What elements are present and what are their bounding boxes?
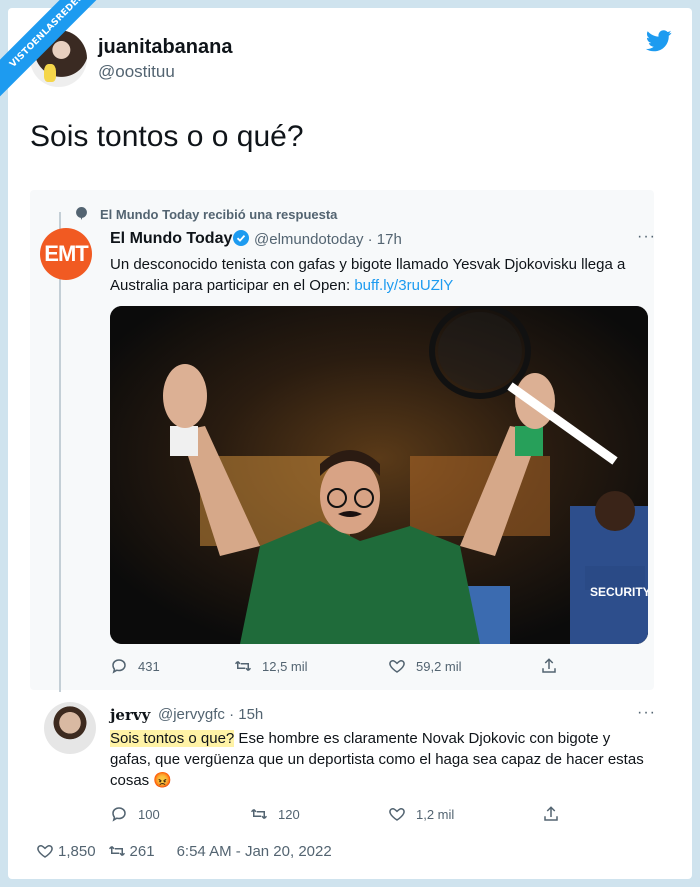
emt-avatar[interactable]: EMT xyxy=(40,228,92,280)
quote-like-button[interactable]: 59,2 mil xyxy=(388,657,462,675)
reply-notice: El Mundo Today recibió una respuesta xyxy=(100,207,338,222)
retweet-icon[interactable] xyxy=(108,842,126,860)
twitter-bird-icon[interactable] xyxy=(646,30,672,52)
tweet-photo[interactable]: SECURITY xyxy=(110,306,648,644)
svg-text:SECURITY: SECURITY xyxy=(590,585,648,599)
tweet-text: Sois tontos o o qué? xyxy=(30,120,304,153)
tweet-timestamp[interactable]: 6:54 AM - Jan 20, 2022 xyxy=(177,843,332,860)
share-icon[interactable] xyxy=(542,805,560,823)
angry-emoji: 😡 xyxy=(153,772,173,789)
quote-link[interactable]: buff.ly/3ruUZlY xyxy=(354,277,453,294)
like-count: 1,850 xyxy=(58,842,96,860)
author-handle[interactable]: @oostituu xyxy=(98,62,175,82)
reply-like-count: 1,2 mil xyxy=(416,806,455,822)
reply-icon xyxy=(112,659,126,674)
reply-icon xyxy=(112,807,126,822)
reply-avatar[interactable] xyxy=(44,702,96,754)
quote-retweet-button[interactable]: 12,5 mil xyxy=(234,657,308,675)
retweet-icon xyxy=(250,808,268,820)
quote-author-handle[interactable]: @elmundotoday · 17h xyxy=(254,231,402,248)
reply-reply-button[interactable]: 100 xyxy=(110,805,160,823)
more-options-icon[interactable]: ··· xyxy=(637,228,656,246)
reply-text: Sois tontos o que? Ese hombre es clarame… xyxy=(110,728,650,791)
quote-like-count: 59,2 mil xyxy=(416,658,462,674)
heart-icon xyxy=(389,807,405,821)
quote-retweet-count: 12,5 mil xyxy=(262,658,308,674)
heart-icon xyxy=(389,659,405,673)
retweet-icon xyxy=(234,660,252,672)
retweet-count: 261 xyxy=(129,842,155,860)
reply-reply-count: 100 xyxy=(138,806,160,822)
verified-badge-icon xyxy=(233,230,249,246)
tweet-stats: 1,850 261 6:54 AM - Jan 20, 2022 xyxy=(36,842,332,860)
heart-icon[interactable] xyxy=(36,842,54,860)
quote-text: Un desconocido tenista con gafas y bigot… xyxy=(110,254,640,296)
speech-bubble-icon xyxy=(76,207,87,220)
thread-line xyxy=(59,212,61,692)
highlighted-text: Sois tontos o que? xyxy=(110,730,235,747)
quote-reply-button[interactable]: 431 xyxy=(110,657,160,675)
reply-author-handle[interactable]: @jervygfc · 15h xyxy=(158,706,263,723)
reply-retweet-count: 120 xyxy=(278,806,300,822)
quote-reply-count: 431 xyxy=(138,658,160,674)
share-icon[interactable] xyxy=(540,657,558,675)
reply-retweet-button[interactable]: 120 xyxy=(250,805,300,823)
more-options-icon[interactable]: ··· xyxy=(637,704,656,722)
author-name[interactable]: juanitabanana xyxy=(98,36,232,59)
player-photo-illustration: SECURITY xyxy=(110,306,648,644)
quote-author-name[interactable]: El Mundo Today xyxy=(110,230,232,248)
reply-author-name[interactable]: jervy xyxy=(110,706,150,724)
reply-like-button[interactable]: 1,2 mil xyxy=(388,805,454,823)
